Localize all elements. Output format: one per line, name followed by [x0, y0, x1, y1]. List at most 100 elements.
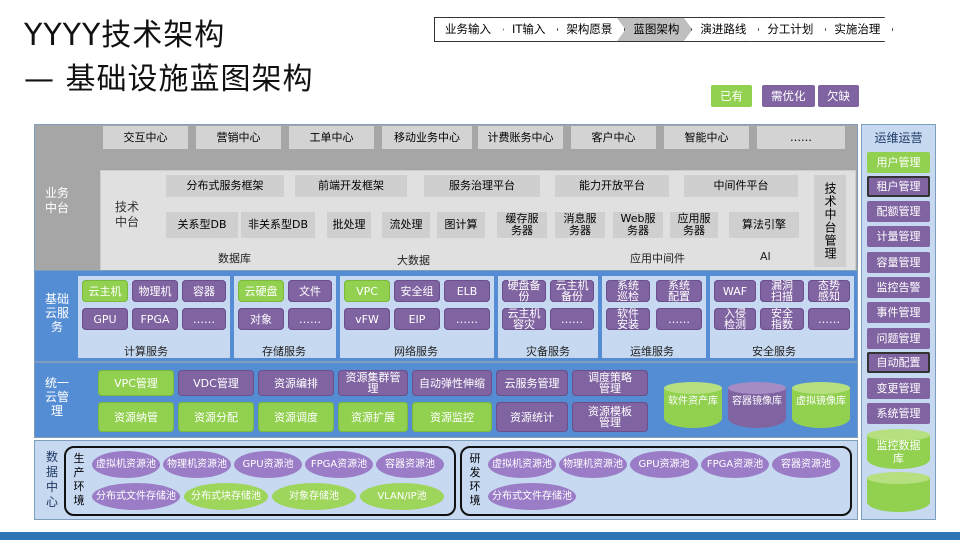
monitor-db-label: 监控数据库 [876, 439, 921, 465]
tech-platform-mgmt: 技术中台管理 [814, 175, 846, 267]
legend-missing: 欠缺 [818, 85, 859, 107]
security-index: 安全指数 [760, 308, 804, 330]
nav-step-roadmap[interactable]: 演进路线 [683, 17, 759, 42]
auto-scaling: 自动弹性伸缩 [412, 370, 492, 396]
top-more: …… [757, 126, 845, 149]
system-config: 系统配置 [656, 280, 702, 302]
tech-platform-label: 技术中台 [114, 200, 139, 229]
resource-template-mgmt: 资源模板管理 [572, 402, 648, 432]
dev-file-storage-pool: 分布式文件存储池 [488, 483, 576, 510]
ops-system-mgmt: 系统管理 [867, 403, 930, 424]
ops-auto-config: 自动配置 [867, 352, 930, 373]
host-dr: 云主机容灾 [502, 308, 546, 330]
ops-label: 运维服务 [630, 345, 674, 358]
nav-step-vision[interactable]: 架构愿景 [549, 17, 625, 42]
top-mobile-center: 移动业务中心 [382, 126, 472, 149]
fpga: FPGA [132, 308, 178, 330]
software-asset-repo: 软件资产库 [664, 382, 722, 428]
dev-container-pool: 容器资源池 [772, 451, 840, 478]
capability-open-platform: 能力开放平台 [555, 175, 669, 197]
nav-step-governance[interactable]: 实施治理 [817, 17, 893, 42]
vfw: vFW [344, 308, 390, 330]
physical-machine: 物理机 [132, 280, 178, 302]
prod-block-storage-pool: 分布式块存储池 [184, 483, 268, 510]
monitor-db-base [867, 472, 930, 512]
biz-platform-label: 业务中台 [44, 186, 69, 215]
dev-env-label: 研发环境 [469, 452, 481, 507]
ops-operations-title: 运维运营 [874, 131, 923, 145]
stream-processing: 流处理 [382, 212, 430, 238]
disk-backup: 硬盘备份 [502, 280, 546, 302]
ops-metering-mgmt: 计量管理 [867, 226, 930, 247]
app-server: 应用服务器 [670, 212, 718, 238]
vpc-mgmt: VPC管理 [98, 370, 174, 396]
ops-tenant-mgmt: 租户管理 [867, 176, 930, 197]
compute-label: 计算服务 [124, 345, 168, 358]
page-title: YYYY技术架构 [24, 18, 226, 53]
vpc: VPC [344, 280, 390, 302]
ai-group-label: AI [760, 250, 771, 263]
security-label: 安全服务 [752, 345, 796, 358]
dev-vm-pool: 虚拟机资源池 [488, 451, 556, 478]
top-interaction-center: 交互中心 [103, 126, 188, 149]
container-image-repo: 容器镜像库 [728, 382, 786, 428]
ops-event-mgmt: 事件管理 [867, 302, 930, 323]
cloud-host: 云主机 [82, 280, 128, 302]
network-more: …… [444, 308, 490, 330]
object-storage: 对象 [238, 308, 284, 330]
nav-step-plan[interactable]: 分工计划 [750, 17, 826, 42]
prod-vm-pool: 虚拟机资源池 [92, 451, 160, 478]
nav-step-blueprint[interactable]: 蓝图架构 [616, 17, 692, 42]
top-ai-center: 智能中心 [664, 126, 749, 149]
resource-allocation: 资源分配 [178, 402, 254, 432]
cloud-disk: 云硬盘 [238, 280, 284, 302]
situation-awareness: 态势感知 [808, 280, 850, 302]
waf: WAF [714, 280, 756, 302]
legend-optimize: 需优化 [762, 85, 815, 107]
container-image-repo-label: 容器镜像库 [732, 396, 782, 407]
dev-gpu-pool: GPU资源池 [630, 451, 698, 478]
ops-monitor-alert: 监控告警 [867, 277, 930, 298]
ops-quota-mgmt: 配额管理 [867, 201, 930, 222]
batch-processing: 批处理 [327, 212, 371, 238]
algorithm-engine: 算法引擎 [729, 212, 799, 238]
prod-object-storage-pool: 对象存储池 [272, 483, 356, 510]
dev-physical-pool: 物理机资源池 [559, 451, 627, 478]
cloud-services-label: 基础云服务 [44, 292, 69, 334]
ops-change-mgmt: 变更管理 [867, 378, 930, 399]
vuln-scan: 漏洞扫描 [760, 280, 804, 302]
security-more: …… [808, 308, 850, 330]
elb: ELB [444, 280, 490, 302]
prod-env-label: 生产环境 [73, 452, 85, 507]
web-server: Web服务器 [613, 212, 663, 238]
distributed-framework: 分布式服务框架 [166, 175, 284, 197]
vdc-mgmt: VDC管理 [178, 370, 254, 396]
message-server: 消息服务器 [555, 212, 605, 238]
cache-server: 缓存服务器 [497, 212, 547, 238]
nav-step-business-input[interactable]: 业务输入 [434, 17, 504, 42]
resource-monitoring: 资源监控 [412, 402, 492, 432]
ops-problem-mgmt: 问题管理 [867, 328, 930, 349]
top-marketing-center: 营销中心 [196, 126, 281, 149]
vm-image-repo: 虚拟镜像库 [792, 382, 850, 428]
resource-statistics: 资源统计 [496, 402, 568, 432]
schedule-policy-mgmt: 调度策略管理 [572, 370, 648, 396]
storage-label: 存储服务 [262, 345, 306, 358]
ops-operations-panel: 运维运营 用户管理 租户管理 配额管理 计量管理 容量管理 监控告警 事件管理 … [861, 124, 936, 520]
process-nav: 业务输入 IT输入 架构愿景 蓝图架构 演进路线 分工计划 实施治理 [434, 17, 893, 42]
top-billing-center: 计费账务中心 [478, 126, 563, 149]
prod-vlan-ip-pool: VLAN/IP池 [360, 483, 444, 510]
nav-step-it-input[interactable]: IT输入 [495, 17, 558, 42]
security-group: 安全组 [394, 280, 440, 302]
network-label: 网络服务 [394, 345, 438, 358]
system-inspection: 系统巡检 [606, 280, 650, 302]
legend-existing: 已有 [711, 85, 752, 107]
compute-more: …… [182, 308, 226, 330]
nosql-db: 非关系型DB [241, 212, 315, 238]
prod-fpga-pool: FPGA资源池 [305, 451, 373, 478]
graph-compute: 图计算 [437, 212, 485, 238]
top-ticket-center: 工单中心 [289, 126, 374, 149]
software-install: 软件安装 [606, 308, 650, 330]
prod-container-pool: 容器资源池 [376, 451, 444, 478]
service-governance: 服务治理平台 [424, 175, 540, 197]
